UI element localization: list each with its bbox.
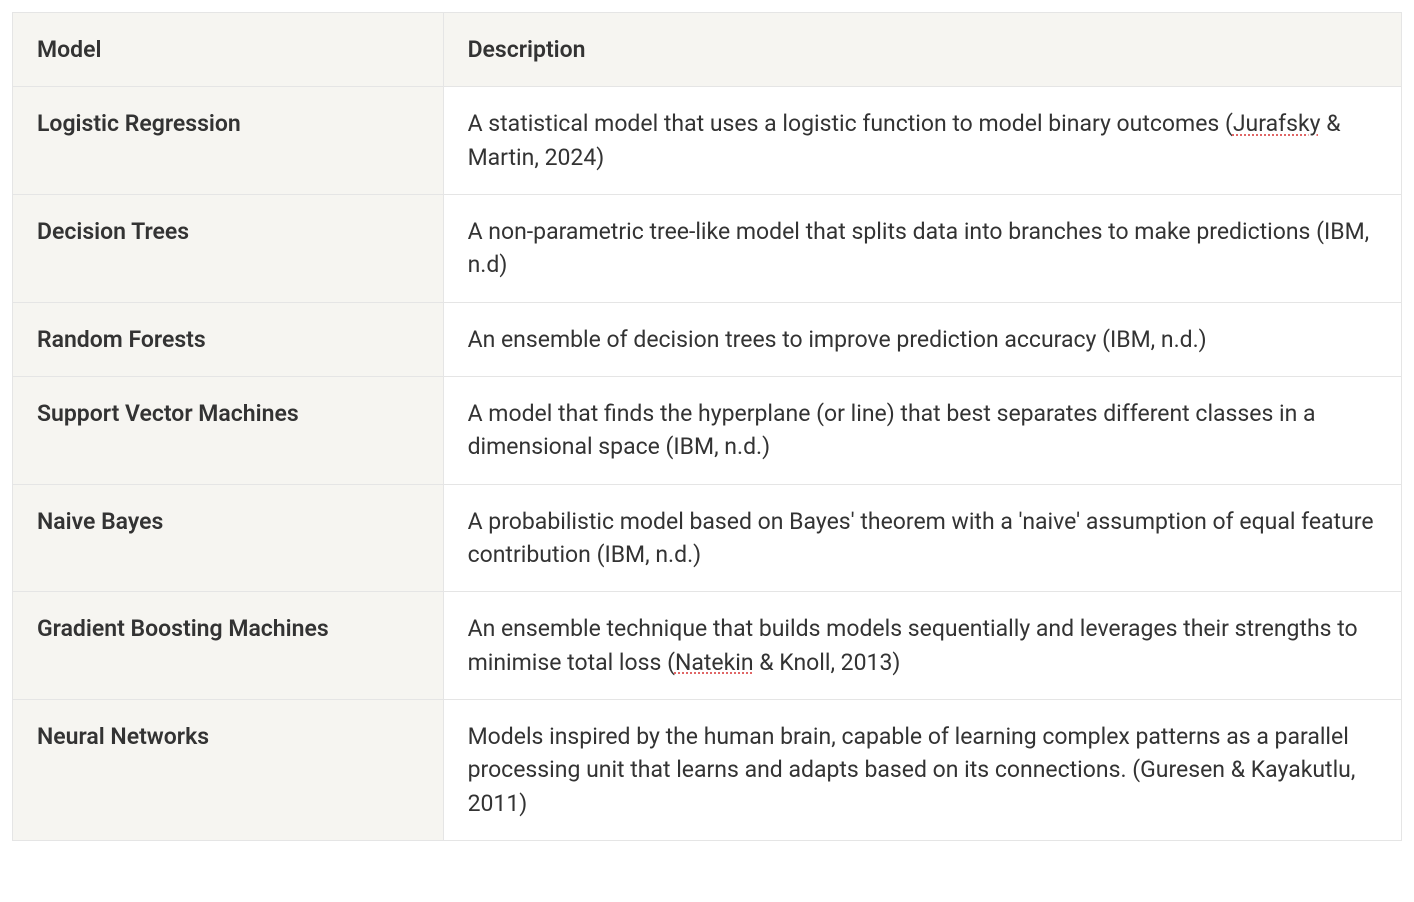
table-row: Logistic Regression A statistical model … [13,87,1402,195]
model-name: Neural Networks [13,700,444,841]
desc-text-pre: An ensemble technique that builds models… [468,615,1358,675]
desc-text-post: & Knoll, 2013) [754,649,901,676]
table-row: Decision Trees A non-parametric tree-lik… [13,195,1402,303]
spellcheck-word: Jurafsky [1233,110,1321,137]
model-description: A statistical model that uses a logistic… [443,87,1401,195]
model-name: Random Forests [13,302,444,376]
desc-text-pre: A probabilistic model based on Bayes' th… [468,508,1374,568]
model-name: Naive Bayes [13,484,444,592]
model-name: Support Vector Machines [13,377,444,485]
model-name: Decision Trees [13,195,444,303]
models-table: Model Description Logistic Regression A … [12,12,1402,841]
table-row: Support Vector Machines A model that fin… [13,377,1402,485]
model-description: A non-parametric tree-like model that sp… [443,195,1401,303]
model-description: A probabilistic model based on Bayes' th… [443,484,1401,592]
table-row: Gradient Boosting Machines An ensemble t… [13,592,1402,700]
desc-text-pre: An ensemble of decision trees to improve… [468,326,1207,353]
header-description: Description [443,13,1401,87]
model-description: An ensemble technique that builds models… [443,592,1401,700]
desc-text-pre: Models inspired by the human brain, capa… [468,723,1356,817]
spellcheck-word: Natekin [675,649,754,676]
model-description: An ensemble of decision trees to improve… [443,302,1401,376]
table-row: Naive Bayes A probabilistic model based … [13,484,1402,592]
table-header-row: Model Description [13,13,1402,87]
model-description: A model that finds the hyperplane (or li… [443,377,1401,485]
desc-text-pre: A statistical model that uses a logistic… [468,110,1233,137]
model-description: Models inspired by the human brain, capa… [443,700,1401,841]
table-row: Random Forests An ensemble of decision t… [13,302,1402,376]
model-name: Gradient Boosting Machines [13,592,444,700]
model-name: Logistic Regression [13,87,444,195]
desc-text-pre: A non-parametric tree-like model that sp… [468,218,1370,278]
table-row: Neural Networks Models inspired by the h… [13,700,1402,841]
desc-text-pre: A model that finds the hyperplane (or li… [468,400,1316,460]
header-model: Model [13,13,444,87]
